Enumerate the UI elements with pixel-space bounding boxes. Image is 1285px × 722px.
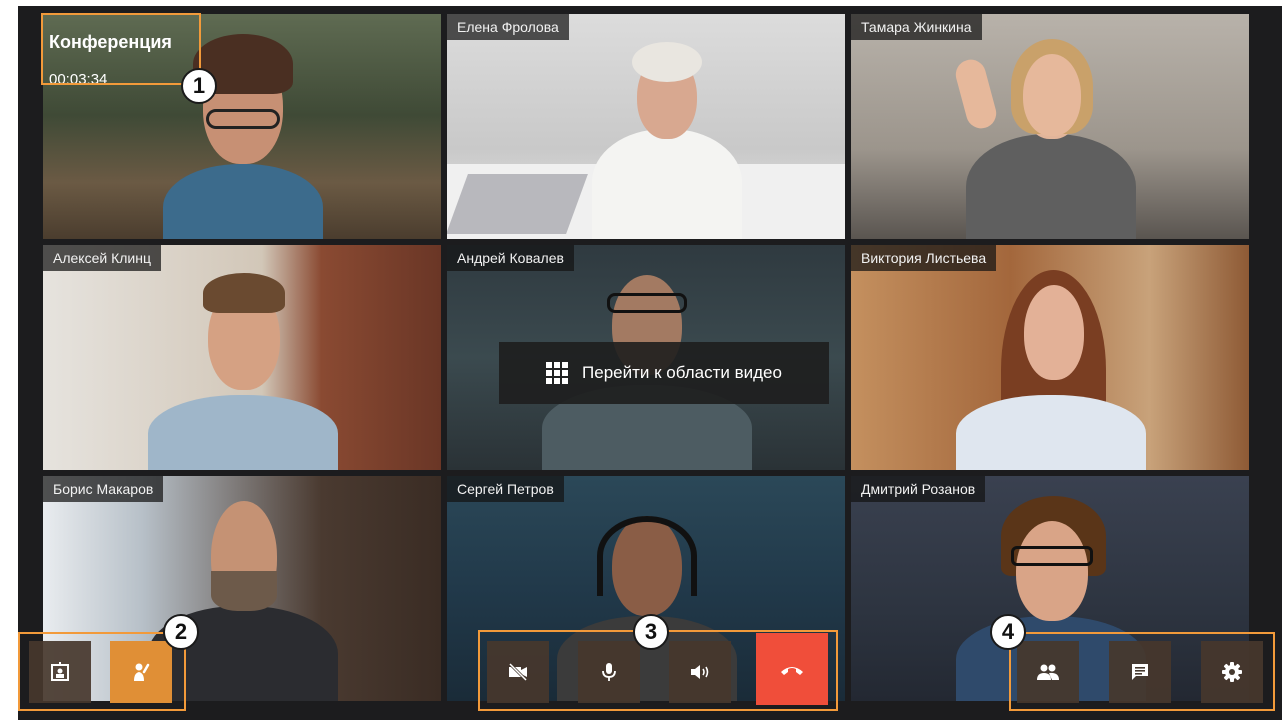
speaker-icon [691, 665, 709, 679]
settings-button[interactable] [1201, 641, 1263, 703]
raise-hand-button[interactable] [110, 641, 172, 703]
camera-off-icon [508, 662, 528, 682]
participant-name: Алексей Клинц [43, 245, 161, 271]
hang-up-button[interactable] [756, 633, 828, 705]
microphone-icon [602, 663, 616, 681]
participant-name: Виктория Листьева [851, 245, 997, 271]
video-tile-4[interactable]: Алексей Клинц [43, 245, 441, 470]
participant-name: Дмитрий Розанов [851, 476, 986, 502]
presenter-icon [51, 662, 69, 681]
participant-name: Борис Макаров [43, 476, 164, 502]
participant-name: Елена Фролова [447, 14, 569, 40]
conference-timer: 00:03:34 [49, 71, 108, 88]
callout-badge-1: 1 [181, 68, 217, 104]
video-tile-6[interactable]: Виктория Листьева [851, 245, 1249, 470]
presenter-button[interactable] [29, 641, 91, 703]
conference-title: Конференция [49, 32, 172, 52]
raise-hand-icon [134, 663, 150, 681]
video-tile-1[interactable]: Конференция 00:03:34 [43, 14, 441, 239]
grid-icon [546, 362, 569, 384]
participants-button[interactable] [1017, 641, 1079, 703]
go-to-video-area-label: Перейти к области видео [582, 363, 782, 382]
hang-up-icon [781, 667, 803, 675]
callout-badge-2: 2 [163, 614, 199, 650]
video-conference-screen: Конференция 00:03:34 Елена Фролова Тамар… [18, 6, 1282, 720]
chat-icon [1132, 664, 1148, 680]
video-tile-2[interactable]: Елена Фролова [447, 14, 845, 239]
callout-badge-3: 3 [633, 614, 669, 650]
participant-name: Андрей Ковалев [447, 245, 574, 271]
go-to-video-area-button[interactable]: Перейти к области видео [499, 342, 829, 404]
chat-button[interactable] [1109, 641, 1171, 703]
video-tile-3[interactable]: Тамара Жинкина [851, 14, 1249, 239]
participant-name: Тамара Жинкина [851, 14, 982, 40]
microphone-button[interactable] [578, 641, 640, 703]
settings-icon [1222, 662, 1242, 682]
participants-icon [1037, 664, 1059, 680]
camera-toggle-button[interactable] [487, 641, 549, 703]
speaker-button[interactable] [669, 641, 731, 703]
callout-badge-4: 4 [990, 614, 1026, 650]
participant-name: Сергей Петров [447, 476, 564, 502]
video-tile-7[interactable]: Борис Макаров [43, 476, 441, 701]
